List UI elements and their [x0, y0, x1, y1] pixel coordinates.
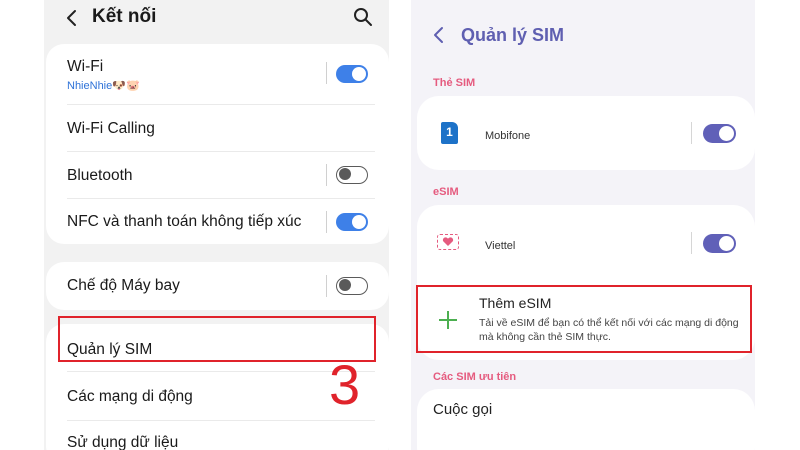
wifi-calling-label: Wi-Fi Calling	[67, 120, 155, 137]
search-button[interactable]	[352, 6, 374, 28]
page-title: Kết nối	[92, 6, 157, 27]
bluetooth-toggle[interactable]	[336, 166, 368, 184]
add-esim-highlight	[416, 285, 752, 353]
sim-slot-number: 1	[446, 125, 453, 139]
preferred-sim-card	[417, 389, 755, 450]
airplane-card: Chế độ Máy bay	[46, 262, 389, 310]
esim-icon	[437, 234, 459, 250]
separator	[67, 198, 375, 199]
back-button[interactable]	[62, 4, 82, 32]
nfc-label: NFC và thanh toán không tiếp xúc	[67, 213, 302, 230]
sim-name: Viettel	[485, 240, 516, 252]
wifi-toggle[interactable]	[336, 65, 368, 83]
bluetooth-row[interactable]: Bluetooth	[46, 153, 389, 197]
separator	[67, 151, 375, 152]
mobile-networks-label: Các mạng di động	[67, 388, 193, 405]
wifi-row[interactable]: Wi-Fi NhieNhie🐶🐷	[46, 44, 389, 100]
sim-manager-screen: Quản lý SIM Thẻ SIM 1 Mobifone eSIM Viet…	[411, 0, 755, 450]
chevron-left-icon	[434, 27, 443, 43]
sim-card-mobifone[interactable]: 1 Mobifone	[417, 96, 755, 170]
heart-icon	[442, 236, 453, 246]
divider	[326, 211, 327, 233]
sim-name: Mobifone	[485, 130, 531, 142]
separator	[67, 420, 375, 421]
airplane-label: Chế độ Máy bay	[67, 277, 180, 294]
mobifone-toggle[interactable]	[703, 124, 736, 143]
chevron-left-icon	[67, 10, 76, 26]
search-icon	[354, 8, 372, 26]
step-number: 3	[329, 353, 361, 416]
divider	[326, 164, 327, 186]
divider	[326, 275, 327, 297]
data-usage-label: Sử dụng dữ liệu	[67, 434, 179, 450]
viettel-toggle[interactable]	[703, 234, 736, 253]
airplane-toggle[interactable]	[336, 277, 368, 295]
nfc-toggle[interactable]	[336, 213, 368, 231]
separator	[67, 104, 375, 105]
divider	[691, 232, 692, 254]
data-usage-row[interactable]: Sử dụng dữ liệu	[46, 422, 389, 450]
section-heading-esim: eSIM	[433, 186, 459, 198]
wifi-calling-row[interactable]: Wi-Fi Calling	[46, 106, 389, 150]
section-heading-sim-cards: Thẻ SIM	[433, 77, 476, 89]
divider	[691, 122, 692, 144]
nfc-row[interactable]: NFC và thanh toán không tiếp xúc	[46, 200, 389, 244]
back-button[interactable]	[429, 22, 449, 48]
wifi-network-name: NhieNhie🐶🐷	[67, 80, 140, 92]
calls-label: Cuộc gọi	[433, 401, 493, 418]
divider	[326, 62, 327, 84]
section-heading-preferred: Các SIM ưu tiên	[433, 371, 517, 383]
wifi-label: Wi-Fi	[67, 58, 104, 75]
connections-card: Wi-Fi NhieNhie🐶🐷 Wi-Fi Calling Bluetooth…	[46, 44, 389, 244]
airplane-row[interactable]: Chế độ Máy bay	[46, 262, 389, 310]
page-title: Quản lý SIM	[461, 25, 565, 45]
sim-slot-icon: 1	[441, 122, 458, 144]
sim-card-viettel[interactable]: Viettel	[417, 205, 755, 279]
bluetooth-label: Bluetooth	[67, 167, 133, 184]
